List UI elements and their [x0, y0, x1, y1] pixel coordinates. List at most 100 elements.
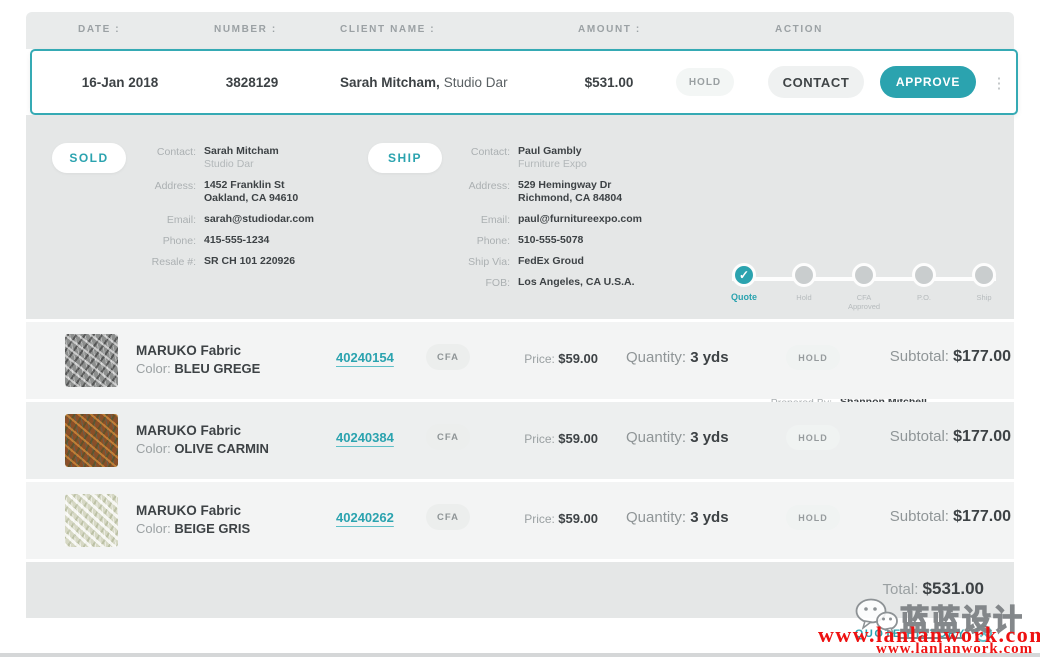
line-item-row[interactable]: MARUKO Fabric Color: BEIGE GRIS 40240262…: [26, 482, 1014, 559]
item-price: Price: $59.00: [488, 511, 598, 526]
kebab-menu-icon[interactable]: ⋮: [990, 67, 1008, 99]
selected-quote-row[interactable]: 16-Jan 2018 3828129 Sarah Mitcham, Studi…: [30, 49, 1018, 115]
cfa-badge[interactable]: CFA: [426, 424, 470, 450]
item-color: Color: OLIVE CARMIN: [136, 441, 269, 456]
price-value: $59.00: [558, 511, 598, 526]
ship-address-line2: Richmond, CA 84804: [518, 192, 622, 205]
price-label: Price:: [524, 352, 555, 366]
sold-fields: Contact: Sarah Mitcham Studio Dar Addres…: [136, 145, 366, 276]
hold-button[interactable]: HOLD: [676, 68, 734, 96]
item-price: Price: $59.00: [488, 431, 598, 446]
ship-fields: Contact: Paul Gambly Furniture Expo Addr…: [446, 145, 696, 297]
sku-link[interactable]: 40240154: [336, 350, 394, 365]
step-dot: [852, 263, 876, 287]
ship-fob-row: FOB: Los Angeles, CA U.S.A.: [446, 276, 696, 289]
cfa-badge[interactable]: CFA: [426, 504, 470, 530]
item-hold-badge[interactable]: HOLD: [786, 345, 840, 370]
bottom-divider: [0, 653, 1040, 657]
quantity-label: Quantity:: [626, 349, 686, 366]
price-value: $59.00: [558, 431, 598, 446]
item-price: Price: $59.00: [488, 351, 598, 366]
total-value: $531.00: [923, 579, 984, 598]
sold-contact-name: Sarah Mitcham: [204, 145, 279, 157]
cfa-badge[interactable]: CFA: [426, 344, 470, 370]
price-label: Price:: [524, 512, 555, 526]
chevron-up-icon[interactable]: [975, 625, 992, 642]
sku-link[interactable]: 40240384: [336, 430, 394, 445]
quote-client: Sarah Mitcham, Studio Dar: [340, 51, 508, 113]
client-name: Sarah Mitcham,: [340, 75, 440, 90]
sold-address-row: Address: 1452 Franklin St Oakland, CA 94…: [136, 179, 366, 205]
quantity-value: 3 yds: [690, 509, 728, 526]
ship-badge[interactable]: SHIP: [368, 143, 442, 173]
subtotal-value: $177.00: [953, 348, 1011, 365]
subtotal-label: Subtotal:: [890, 428, 949, 445]
column-header-date[interactable]: DATE :: [78, 24, 120, 35]
item-quantity: Quantity: 3 yds: [626, 349, 729, 366]
quantity-value: 3 yds: [690, 349, 728, 366]
step-ship: Ship: [954, 263, 1014, 302]
ship-phone: 510-555-5078: [518, 234, 583, 247]
ship-contact-row: Contact: Paul Gambly Furniture Expo: [446, 145, 696, 171]
sold-contact-row: Contact: Sarah Mitcham Studio Dar: [136, 145, 366, 171]
column-header-client-name[interactable]: CLIENT NAME :: [340, 24, 435, 35]
subtotal-value: $177.00: [953, 428, 1011, 445]
item-name: MARUKO Fabric: [136, 503, 250, 518]
sold-resale-row: Resale #: SR CH 101 220926: [136, 255, 366, 268]
step-label: Ship: [954, 293, 1014, 302]
item-color: Color: BLEU GREGE: [136, 361, 260, 376]
client-company: Studio Dar: [444, 75, 508, 90]
step-label: P.O.: [894, 293, 954, 302]
item-name: MARUKO Fabric: [136, 343, 260, 358]
fabric-swatch-image: [65, 414, 118, 467]
field-label: Phone:: [136, 234, 196, 247]
quote-history-link[interactable]: QUOTE HISTORY: [855, 628, 966, 640]
field-label: Address:: [446, 179, 510, 205]
step-dot: [912, 263, 936, 287]
sold-address-line2: Oakland, CA 94610: [204, 192, 298, 205]
step-po: P.O.: [894, 263, 954, 302]
contact-button[interactable]: CONTACT: [768, 66, 864, 98]
field-value: 529 Hemingway Dr Richmond, CA 84804: [518, 179, 622, 205]
color-value: OLIVE CARMIN: [174, 441, 269, 456]
column-header-number[interactable]: NUMBER :: [214, 24, 277, 35]
item-quantity: Quantity: 3 yds: [626, 429, 729, 446]
field-label: Address:: [136, 179, 196, 205]
ship-phone-row: Phone: 510-555-5078: [446, 234, 696, 247]
field-label: Email:: [446, 213, 510, 226]
field-label: Contact:: [136, 145, 196, 171]
step-label: CFA Approved: [841, 293, 887, 311]
sold-badge[interactable]: SOLD: [52, 143, 126, 173]
line-item-row[interactable]: MARUKO Fabric Color: OLIVE CARMIN 402403…: [26, 402, 1014, 479]
quote-number: 3828129: [192, 51, 312, 113]
item-hold-badge[interactable]: HOLD: [786, 505, 840, 530]
price-label: Price:: [524, 432, 555, 446]
color-label: Color:: [136, 521, 171, 536]
ship-email-row: Email: paul@furnitureexpo.com: [446, 213, 696, 226]
price-value: $59.00: [558, 351, 598, 366]
sold-email: sarah@studiodar.com: [204, 213, 314, 226]
line-item-row[interactable]: MARUKO Fabric Color: BLEU GREGE 40240154…: [26, 322, 1014, 399]
field-value: Sarah Mitcham Studio Dar: [204, 145, 279, 171]
sku-link[interactable]: 40240262: [336, 510, 394, 525]
field-value: 1452 Franklin St Oakland, CA 94610: [204, 179, 298, 205]
sold-email-row: Email: sarah@studiodar.com: [136, 213, 366, 226]
field-label: Resale #:: [136, 255, 196, 268]
subtotal-value: $177.00: [953, 508, 1011, 525]
field-value: Paul Gambly Furniture Expo: [518, 145, 587, 171]
quote-detail-panel: SOLD Contact: Sarah Mitcham Studio Dar A…: [26, 115, 1014, 319]
approve-button[interactable]: APPROVE: [880, 66, 976, 98]
color-label: Color:: [136, 361, 171, 376]
item-name: MARUKO Fabric: [136, 423, 269, 438]
step-dot: [792, 263, 816, 287]
item-hold-badge[interactable]: HOLD: [786, 425, 840, 450]
order-management-screen: DATE : NUMBER : CLIENT NAME : AMOUNT : A…: [0, 0, 1040, 664]
column-header-amount[interactable]: AMOUNT :: [578, 24, 641, 35]
ship-contact-company: Furniture Expo: [518, 158, 587, 171]
ship-via: FedEx Groud: [518, 255, 584, 268]
total-row: Total: $531.00: [26, 562, 1014, 618]
sold-phone-row: Phone: 415-555-1234: [136, 234, 366, 247]
item-name-block: MARUKO Fabric Color: BLEU GREGE: [136, 343, 260, 376]
item-name-block: MARUKO Fabric Color: BEIGE GRIS: [136, 503, 250, 536]
check-icon: ✓: [732, 263, 756, 287]
